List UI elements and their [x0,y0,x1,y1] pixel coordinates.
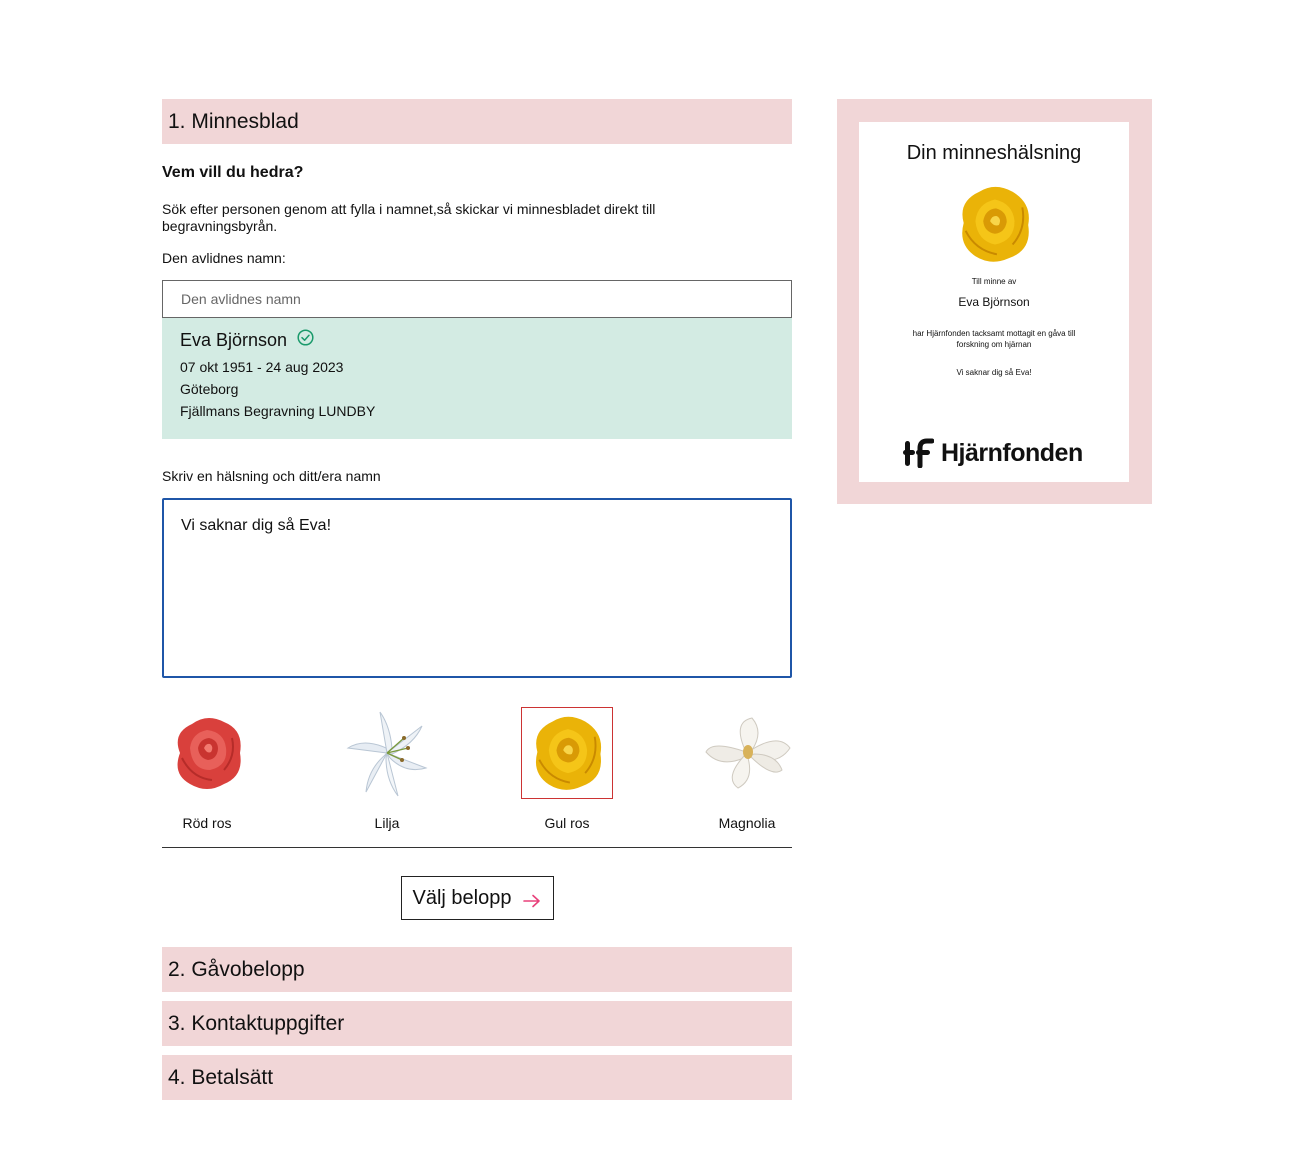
flower-option-yellow-rose[interactable]: Gul ros [521,707,613,831]
name-label: Den avlidnes namn: [162,250,286,266]
flower-option-lily[interactable]: Lilja [342,708,432,831]
choose-amount-label: Välj belopp [412,886,512,909]
preview-greeting: Vi saknar dig så Eva! [956,368,1032,377]
memorial-card-preview: Din minneshälsning Till minne av Eva Bjö… [859,122,1129,482]
preview-in-memory: Till minne av [971,277,1017,286]
result-name-row: Eva Björnson [180,329,774,351]
flower-name: Röd ros [182,815,232,831]
flower-picker: Röd ros Lilja Gul ros Magnolia [162,707,792,848]
preview-title: Din minneshälsning [906,142,1082,164]
flower-option-red-rose[interactable]: Röd ros [162,708,252,831]
flower-name: Lilja [374,815,400,831]
arrow-right-icon [523,891,541,908]
yellow-rose-icon [521,707,613,799]
hjarnfonden-logo-icon [903,438,935,469]
red-rose-icon [162,708,252,798]
greeting-label: Skriv en hälsning och ditt/era namn [162,468,381,484]
result-dates: 07 okt 1951 - 24 aug 2023 [180,359,344,375]
honor-question: Vem vill du hedra? [162,164,304,181]
step-kontaktuppgifter-header[interactable]: 3. Kontaktuppgifter [162,1001,792,1046]
step-minnesblad-header[interactable]: 1. Minnesblad [162,99,792,144]
preview-name: Eva Björnson [958,295,1030,309]
flower-name: Gul ros [544,815,590,831]
order-form: 1. Minnesblad Vem vill du hedra? Sök eft… [162,99,792,1100]
cta-row: Välj belopp [162,876,792,920]
search-description: Sök efter personen genom att fylla i nam… [162,201,656,234]
step-betalsatt-header[interactable]: 4. Betalsätt [162,1055,792,1100]
lily-icon [342,708,432,798]
choose-amount-button[interactable]: Välj belopp [400,876,554,920]
check-circle-icon [297,329,314,346]
greeting-textarea[interactable]: Vi saknar dig så Eva! [162,498,792,678]
flower-name: Magnolia [718,815,776,831]
preview-message: har Hjärnfonden tacksamt mottagit en gåv… [912,329,1076,349]
deceased-name-input[interactable] [162,280,792,318]
magnolia-icon [702,708,792,798]
result-funeral-home: Fjällmans Begravning LUNDBY [180,403,376,419]
remaining-steps: 2. Gåvobelopp 3. Kontaktuppgifter 4. Bet… [162,947,792,1100]
preview-panel: Din minneshälsning Till minne av Eva Bjö… [837,99,1152,504]
yellow-rose-icon [949,179,1039,269]
flower-option-magnolia[interactable]: Magnolia [702,708,792,831]
logo-text: Hjärnfonden [941,438,1083,467]
search-result-card[interactable]: Eva Björnson 07 okt 1951 - 24 aug 2023 G… [162,318,792,439]
result-city: Göteborg [180,381,239,397]
step-gavobelopp-header[interactable]: 2. Gåvobelopp [162,947,792,992]
hjarnfonden-logo: Hjärnfonden [903,438,1083,469]
result-name: Eva Björnson [180,330,288,350]
